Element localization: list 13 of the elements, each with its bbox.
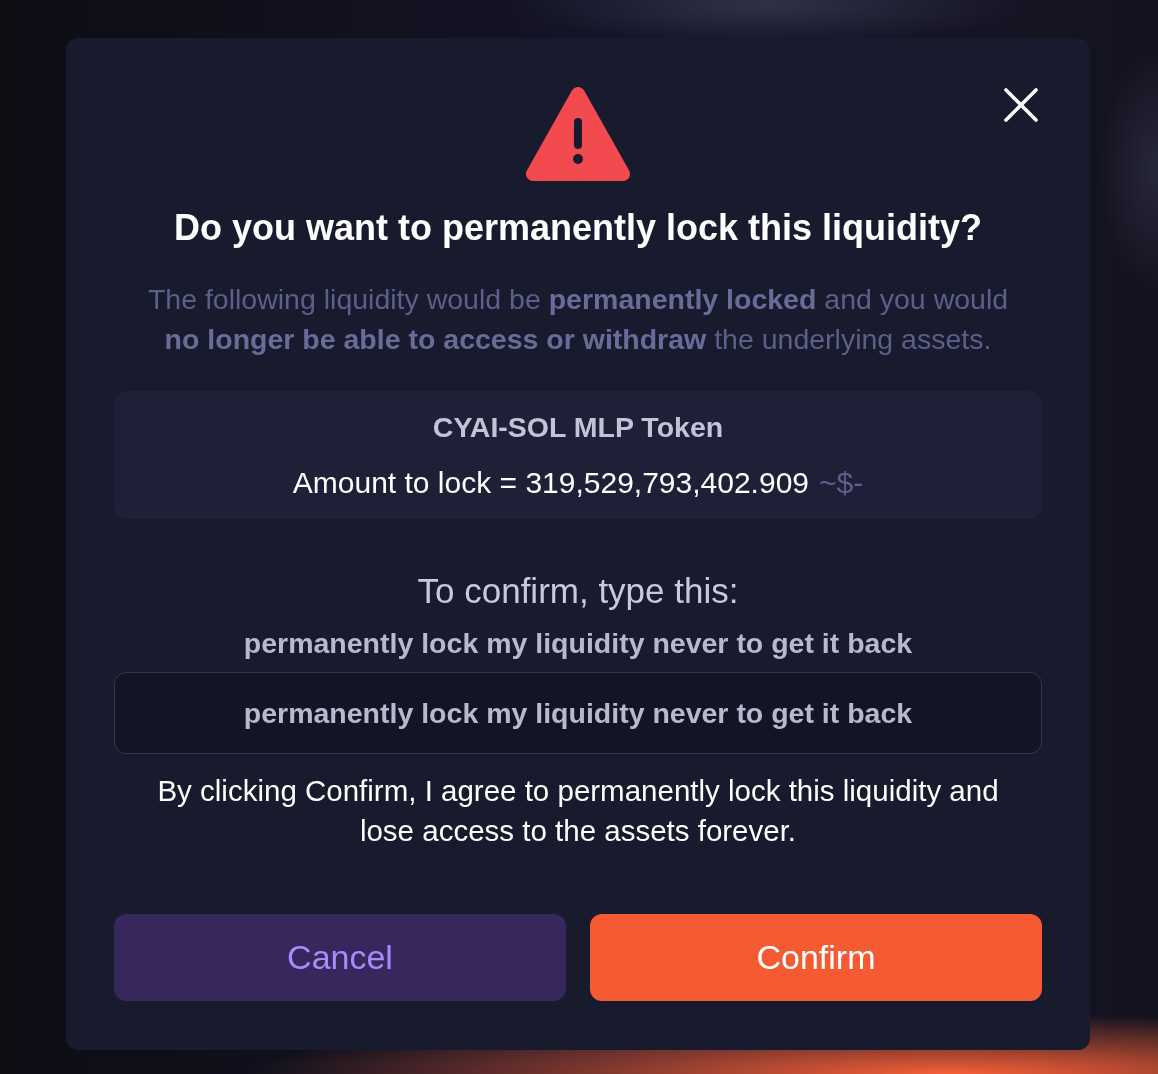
confirm-input[interactable]: permanently lock my liquidity never to get it back (114, 672, 1042, 754)
confirm-phrase: permanently lock my liquidity never to get it back (243, 626, 913, 660)
token-name: CYAI-SOL MLP Token (432, 410, 724, 444)
warning-description: The following liquidity would be permanently locked and you would no longer be able to access or withdraw the underlying assets. (146, 282, 1010, 357)
close-icon[interactable] (1004, 88, 1038, 122)
lock-amount: Amount to lock = 319,529,793,402.909 (292, 466, 809, 500)
warning-icon (525, 86, 631, 182)
confirm-button[interactable]: Confirm (590, 914, 1042, 1001)
dialog-title: Do you want to permanently lock this liquidity? (173, 208, 983, 248)
usd-value: ~$- (819, 466, 864, 500)
agreement-text: By clicking Confirm, I agree to permanently lock this liquidity and lose access to the assets forever. (156, 773, 1000, 849)
confirm-prompt: To confirm, type this: (417, 571, 739, 611)
cancel-button[interactable]: Cancel (114, 914, 566, 1001)
